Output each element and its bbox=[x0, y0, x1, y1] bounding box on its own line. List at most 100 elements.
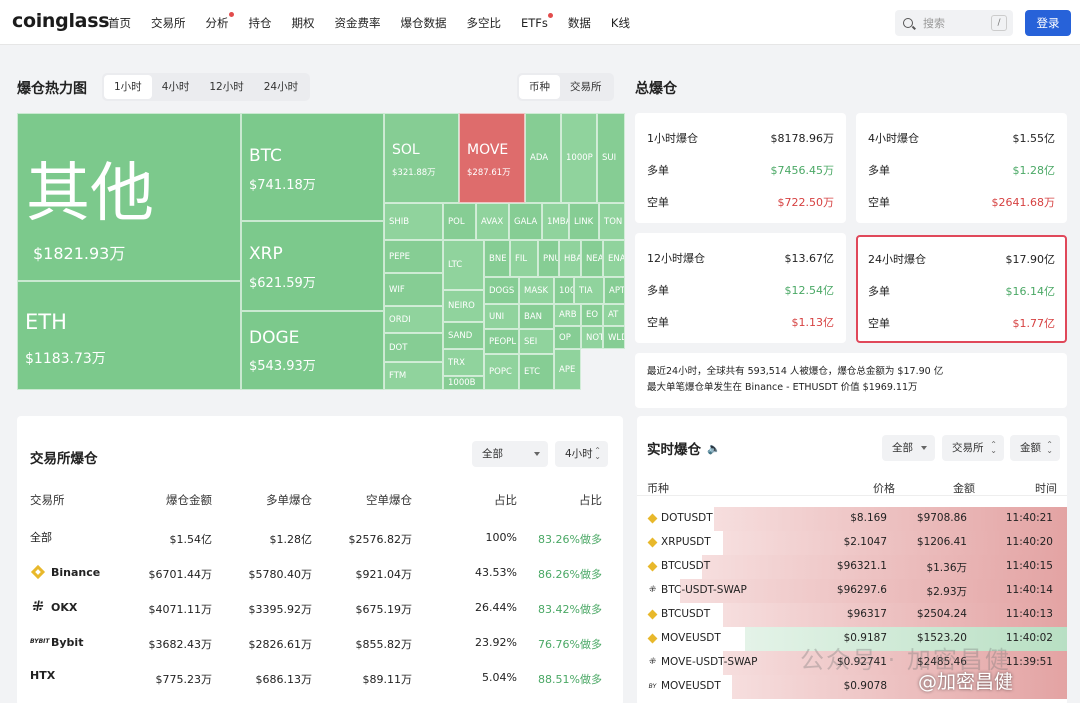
tile-op[interactable]: OP bbox=[554, 326, 581, 349]
list-item[interactable]: ⁜ BTC-USDT-SWAP $96297.6 $2.93万 11:40:14 bbox=[637, 578, 1067, 603]
tile-ton[interactable]: TON bbox=[599, 203, 625, 240]
tile-popc[interactable]: POPC bbox=[484, 354, 519, 390]
tile-uni[interactable]: UNI bbox=[484, 304, 519, 329]
tile-dogs[interactable]: DOGS bbox=[484, 277, 519, 304]
tile-sand[interactable]: SAND bbox=[443, 322, 484, 349]
tile-ltc[interactable]: LTC bbox=[443, 240, 484, 290]
tab-24h[interactable]: 24小时 bbox=[254, 75, 308, 99]
list-item[interactable]: XRPUSDT $2.1047 $1206.41 11:40:20 bbox=[637, 530, 1067, 555]
tile-ordi[interactable]: ORDI bbox=[384, 306, 443, 333]
tile-trx[interactable]: TRX bbox=[443, 349, 484, 376]
tile-ban[interactable]: BAN bbox=[519, 304, 554, 329]
nav-item-etfs[interactable]: ETFs bbox=[521, 12, 553, 30]
okx-icon: ⁜ bbox=[32, 599, 44, 615]
realtime-filter-exchange[interactable]: 交易所 ⌃ ⌄ bbox=[942, 435, 1004, 461]
list-item[interactable]: DOTUSDT $8.169 $9708.86 11:40:21 bbox=[637, 507, 1067, 531]
tile-sei[interactable]: SEI bbox=[519, 329, 554, 354]
tab-exchange[interactable]: 交易所 bbox=[560, 75, 612, 99]
nav-item-analysis[interactable]: 分析 bbox=[206, 11, 234, 31]
nav-item-home[interactable]: 首页 bbox=[108, 15, 131, 31]
tile-pnu[interactable]: PNU bbox=[538, 240, 559, 277]
nav-item-exchanges[interactable]: 交易所 bbox=[151, 15, 186, 31]
tile-apt[interactable]: APT bbox=[604, 277, 625, 304]
tile-xrp[interactable]: XRP $621.59万 bbox=[241, 221, 384, 311]
tile-etc[interactable]: ETC bbox=[519, 354, 554, 390]
tile-at[interactable]: AT bbox=[603, 304, 625, 326]
tile-nea[interactable]: NEA bbox=[581, 240, 603, 277]
tile-wld[interactable]: WLD bbox=[603, 326, 625, 349]
table-row[interactable]: HTX $775.23万 $686.13万 $89.11万 5.04% 88.51%做… bbox=[30, 661, 612, 696]
tile-link[interactable]: LINK bbox=[569, 203, 599, 240]
table-row[interactable]: ⁜ OKX $4071.11万 $3395.92万 $675.19万 26.44% 83… bbox=[30, 591, 612, 626]
nav-item-kline[interactable]: K线 bbox=[611, 15, 630, 31]
okx-icon: ⁜ bbox=[648, 656, 657, 667]
tile-move[interactable]: MOVE $287.61万 bbox=[459, 113, 525, 203]
exchange-title: 交易所爆仓 bbox=[30, 451, 98, 467]
tile-label: HBA bbox=[564, 253, 581, 264]
realtime-filter-amount[interactable]: 金额 ⌃ ⌄ bbox=[1010, 435, 1060, 461]
tile-neiro[interactable]: NEIRO bbox=[443, 290, 484, 322]
tile-shib[interactable]: SHIB bbox=[384, 203, 443, 240]
tab-1h[interactable]: 1小时 bbox=[104, 75, 152, 99]
tile-peopl[interactable]: PEOPL bbox=[484, 329, 519, 354]
tab-4h[interactable]: 4小时 bbox=[152, 75, 200, 99]
tile-avax[interactable]: AVAX bbox=[476, 203, 509, 240]
tile-1mba[interactable]: 1MBA bbox=[542, 203, 569, 240]
tile-mask[interactable]: MASK bbox=[519, 277, 554, 304]
liquidation-summary: 最近24小时，全球共有 593,514 人被爆仓，爆仓总金额为 $17.90 亿… bbox=[635, 353, 1067, 408]
tile-1000p[interactable]: 1000P bbox=[561, 113, 597, 203]
tile-sui[interactable]: SUI bbox=[597, 113, 625, 203]
tile-doge[interactable]: DOGE $543.93万 bbox=[241, 311, 384, 390]
period-select[interactable]: 4小时 ⌃ ⌄ bbox=[555, 441, 608, 467]
logo[interactable]: coinglass bbox=[12, 10, 110, 32]
chevron-down-icon bbox=[534, 452, 540, 456]
tile-wif[interactable]: WIF bbox=[384, 273, 443, 306]
list-item[interactable]: BTCUSDT $96321.1 $1.36万 11:40:15 bbox=[637, 554, 1067, 579]
tile-label: TIA bbox=[579, 285, 593, 296]
chevron-down-icon bbox=[921, 446, 927, 450]
nav-item-open-interest[interactable]: 持仓 bbox=[249, 15, 272, 31]
speaker-mute-icon[interactable]: 🔈 bbox=[707, 442, 721, 455]
search-input[interactable]: 搜索 / bbox=[895, 10, 1013, 36]
realtime-filter-all[interactable]: 全部 bbox=[882, 435, 935, 461]
table-row[interactable]: BYBIT Bybit $3682.43万 $2826.61万 $855.82万 23… bbox=[30, 626, 612, 661]
tile-dot[interactable]: DOT bbox=[384, 333, 443, 362]
tile-ftm[interactable]: FTM bbox=[384, 362, 443, 390]
nav-item-funding-rate[interactable]: 资金费率 bbox=[335, 15, 381, 31]
tile-sol[interactable]: SOL $321.88万 bbox=[384, 113, 459, 203]
tab-coin[interactable]: 币种 bbox=[519, 75, 560, 99]
tile-btc[interactable]: BTC $741.18万 bbox=[241, 113, 384, 221]
tile-pepe[interactable]: PEPE bbox=[384, 240, 443, 273]
tile-label: 1MBA bbox=[547, 216, 569, 227]
tile-arb[interactable]: ARB bbox=[554, 304, 581, 326]
nav-item-long-short[interactable]: 多空比 bbox=[467, 15, 502, 31]
tile-100[interactable]: 100 bbox=[554, 277, 574, 304]
nav-item-options[interactable]: 期权 bbox=[292, 15, 315, 31]
tile-gala[interactable]: GALA bbox=[509, 203, 542, 240]
tile-fil[interactable]: FIL bbox=[510, 240, 538, 277]
tile-ena[interactable]: ENA bbox=[603, 240, 625, 277]
tile-label: PEOPL bbox=[489, 336, 517, 347]
tile-1000b[interactable]: 1000B bbox=[443, 376, 484, 390]
tile-tia[interactable]: TIA bbox=[574, 277, 604, 304]
login-button[interactable]: 登录 bbox=[1025, 10, 1071, 36]
liquidation-heatmap: 其他 $1821.93万 ETH $1183.73万 BTC $741.18万 … bbox=[17, 113, 625, 390]
tab-12h[interactable]: 12小时 bbox=[199, 75, 253, 99]
tile-label: NEIRO bbox=[448, 301, 475, 311]
tile-ape[interactable]: APE bbox=[554, 349, 581, 390]
tile-ada[interactable]: ADA bbox=[525, 113, 561, 203]
tile-pol[interactable]: POL bbox=[443, 203, 476, 240]
tile-hba[interactable]: HBA bbox=[559, 240, 581, 277]
table-row[interactable]: Binance $6701.44万 $5780.40万 $921.04万 43.53… bbox=[30, 556, 612, 591]
exchange-filter-select[interactable]: 全部 bbox=[472, 441, 548, 467]
tile-eth[interactable]: ETH $1183.73万 bbox=[17, 281, 241, 390]
tile-label: FTM bbox=[389, 371, 407, 381]
nav-item-liquidation[interactable]: 爆仓数据 bbox=[401, 15, 447, 31]
nav-item-data[interactable]: 数据 bbox=[568, 15, 591, 31]
list-item[interactable]: BTCUSDT $96317 $2504.24 11:40:13 bbox=[637, 602, 1067, 627]
tile-others[interactable]: 其他 $1821.93万 bbox=[17, 113, 241, 281]
table-row[interactable]: 全部 $1.54亿 $1.28亿 $2576.82万 100% 83.26%做多 bbox=[30, 521, 612, 556]
tile-not[interactable]: NOT bbox=[581, 326, 603, 349]
tile-bne[interactable]: BNE bbox=[484, 240, 510, 277]
tile-eo[interactable]: EO bbox=[581, 304, 603, 326]
